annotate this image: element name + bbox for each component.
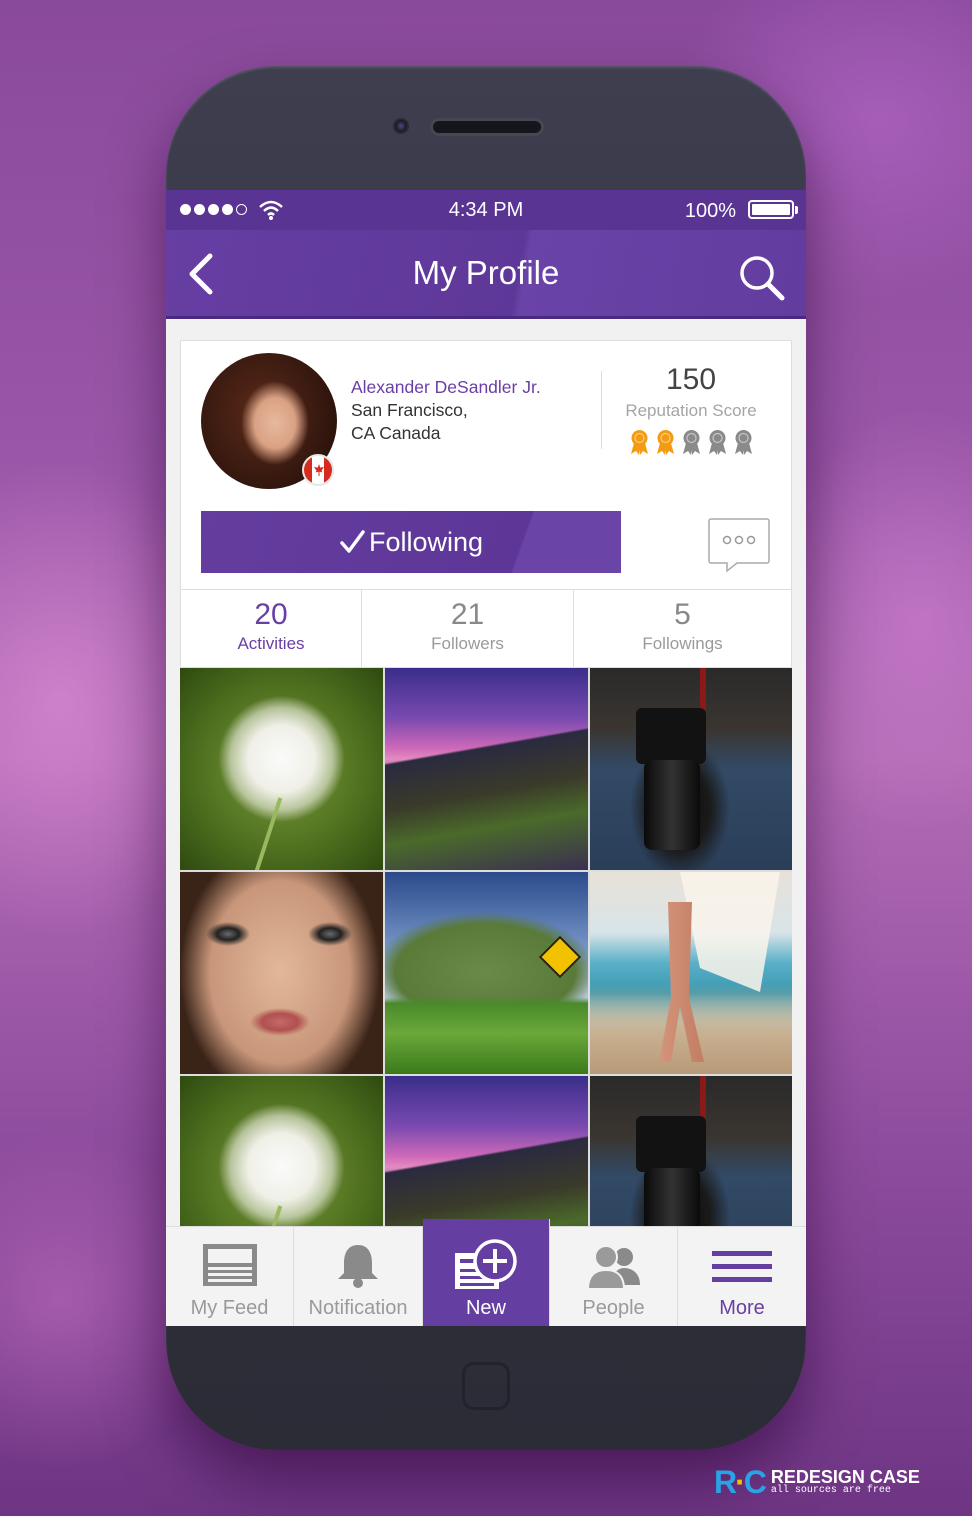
phone-frame: 4:34 PM 100% My Profile Alexander DeSand…: [166, 66, 806, 1450]
photo-beach[interactable]: [590, 872, 792, 1074]
tab-new-label: New: [465, 1297, 506, 1319]
photo-coastline[interactable]: [385, 1076, 588, 1228]
following-button[interactable]: Following: [201, 511, 621, 573]
stat-activities[interactable]: 20 Activities: [181, 590, 362, 667]
new-post-icon: [455, 1239, 517, 1289]
following-label: Following: [368, 526, 484, 557]
front-camera: [393, 118, 409, 134]
people-icon: [586, 1245, 640, 1290]
home-button[interactable]: [462, 1362, 510, 1410]
profile-location: San Francisco, CA Canada: [351, 399, 511, 445]
search-icon[interactable]: [736, 252, 788, 304]
photo-truck[interactable]: [385, 872, 588, 1074]
tab-more-label: More: [719, 1297, 765, 1319]
stat-followings-count: 5: [674, 598, 691, 631]
menu-icon: [712, 1251, 772, 1282]
tab-my-feed-label: My Feed: [190, 1297, 269, 1319]
status-bar: 4:34 PM 100%: [166, 190, 806, 230]
profile-card: Alexander DeSandler Jr. San Francisco, C…: [180, 340, 792, 590]
stat-activities-count: 20: [254, 598, 288, 631]
photo-coastline[interactable]: [385, 668, 588, 870]
tab-people-label: People: [582, 1297, 645, 1319]
chat-bubble-icon[interactable]: [707, 517, 771, 573]
medal-locked-icon: [709, 430, 726, 455]
photo-dandelion[interactable]: [180, 1076, 383, 1228]
reputation-score-value: 150: [665, 363, 717, 396]
checkmark-icon: [340, 530, 365, 553]
stat-activities-label: Activities: [237, 634, 305, 653]
brand-logo: R·C: [714, 1463, 767, 1500]
medal-earned-icon: [657, 430, 674, 455]
brand-watermark: R·C REDESIGN CASE all sources are free: [714, 1462, 920, 1502]
reputation-score-label: Reputation Score: [625, 401, 757, 420]
photo-camera[interactable]: [590, 1076, 792, 1228]
canada-flag-icon: [302, 454, 334, 486]
reputation-badges: [629, 429, 754, 455]
battery-percent: 100%: [684, 200, 736, 222]
profile-stats: 20 Activities 21 Followers 5 Followings: [180, 590, 792, 668]
tab-notification-label: Notification: [308, 1297, 408, 1319]
medal-locked-icon: [735, 430, 752, 455]
tab-my-feed[interactable]: My Feed: [166, 1227, 294, 1326]
bell-icon: [338, 1245, 378, 1288]
medal-earned-icon: [631, 430, 648, 455]
tab-more[interactable]: More: [678, 1227, 806, 1326]
brand-title: REDESIGN CASE: [770, 1467, 920, 1487]
stat-followers-label: Followers: [431, 634, 504, 653]
stat-followers-count: 21: [450, 598, 485, 631]
location-country: CA Canada: [351, 423, 441, 443]
stat-followings-label: Followings: [642, 634, 723, 653]
battery-icon: [748, 200, 798, 219]
tab-people[interactable]: People: [550, 1227, 678, 1326]
photo-camera[interactable]: [590, 668, 792, 870]
earpiece-speaker: [430, 118, 544, 136]
location-city: San Francisco,: [351, 400, 468, 420]
photo-portrait[interactable]: [180, 872, 383, 1074]
photo-dandelion[interactable]: [180, 668, 383, 870]
tab-bar: My Feed Notification New People More: [166, 1219, 806, 1326]
navigation-bar: My Profile: [166, 230, 806, 319]
tab-notification[interactable]: Notification: [294, 1227, 423, 1326]
app-screen: 4:34 PM 100% My Profile Alexander DeSand…: [166, 190, 806, 1326]
tab-new[interactable]: New: [423, 1219, 550, 1326]
stat-followings[interactable]: 5 Followings: [574, 590, 791, 667]
photo-grid: [180, 668, 792, 1228]
profile-name[interactable]: Alexander DeSandler Jr.: [351, 377, 541, 398]
feed-icon: [202, 1244, 257, 1286]
stat-followers[interactable]: 21 Followers: [362, 590, 574, 667]
page-title: My Profile: [412, 254, 560, 291]
medal-locked-icon: [683, 430, 700, 455]
brand-subtitle: all sources are free: [770, 1485, 891, 1496]
